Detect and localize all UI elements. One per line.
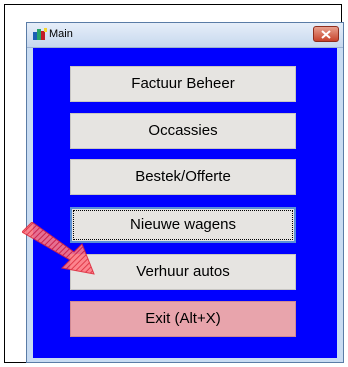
window-title: Main <box>49 28 73 40</box>
close-icon <box>321 30 331 39</box>
pointer-arrow-icon <box>22 222 95 275</box>
bestek-offerte-button[interactable]: Bestek/Offerte <box>70 159 296 195</box>
main-client-area: Factuur Beheer Occassies Bestek/Offerte … <box>33 48 337 358</box>
occassies-button[interactable]: Occassies <box>70 113 296 149</box>
close-button[interactable] <box>313 26 339 42</box>
app-icon <box>32 27 48 41</box>
main-window: Main Factuur Beheer Occassies Bestek/Off… <box>26 22 344 363</box>
factuur-beheer-button[interactable]: Factuur Beheer <box>70 66 296 102</box>
title-bar[interactable]: Main <box>27 23 343 48</box>
verhuur-autos-button[interactable]: Verhuur autos <box>70 254 296 290</box>
nieuwe-wagens-button[interactable]: Nieuwe wagens <box>70 207 296 243</box>
exit-button[interactable]: Exit (Alt+X) <box>70 301 296 337</box>
